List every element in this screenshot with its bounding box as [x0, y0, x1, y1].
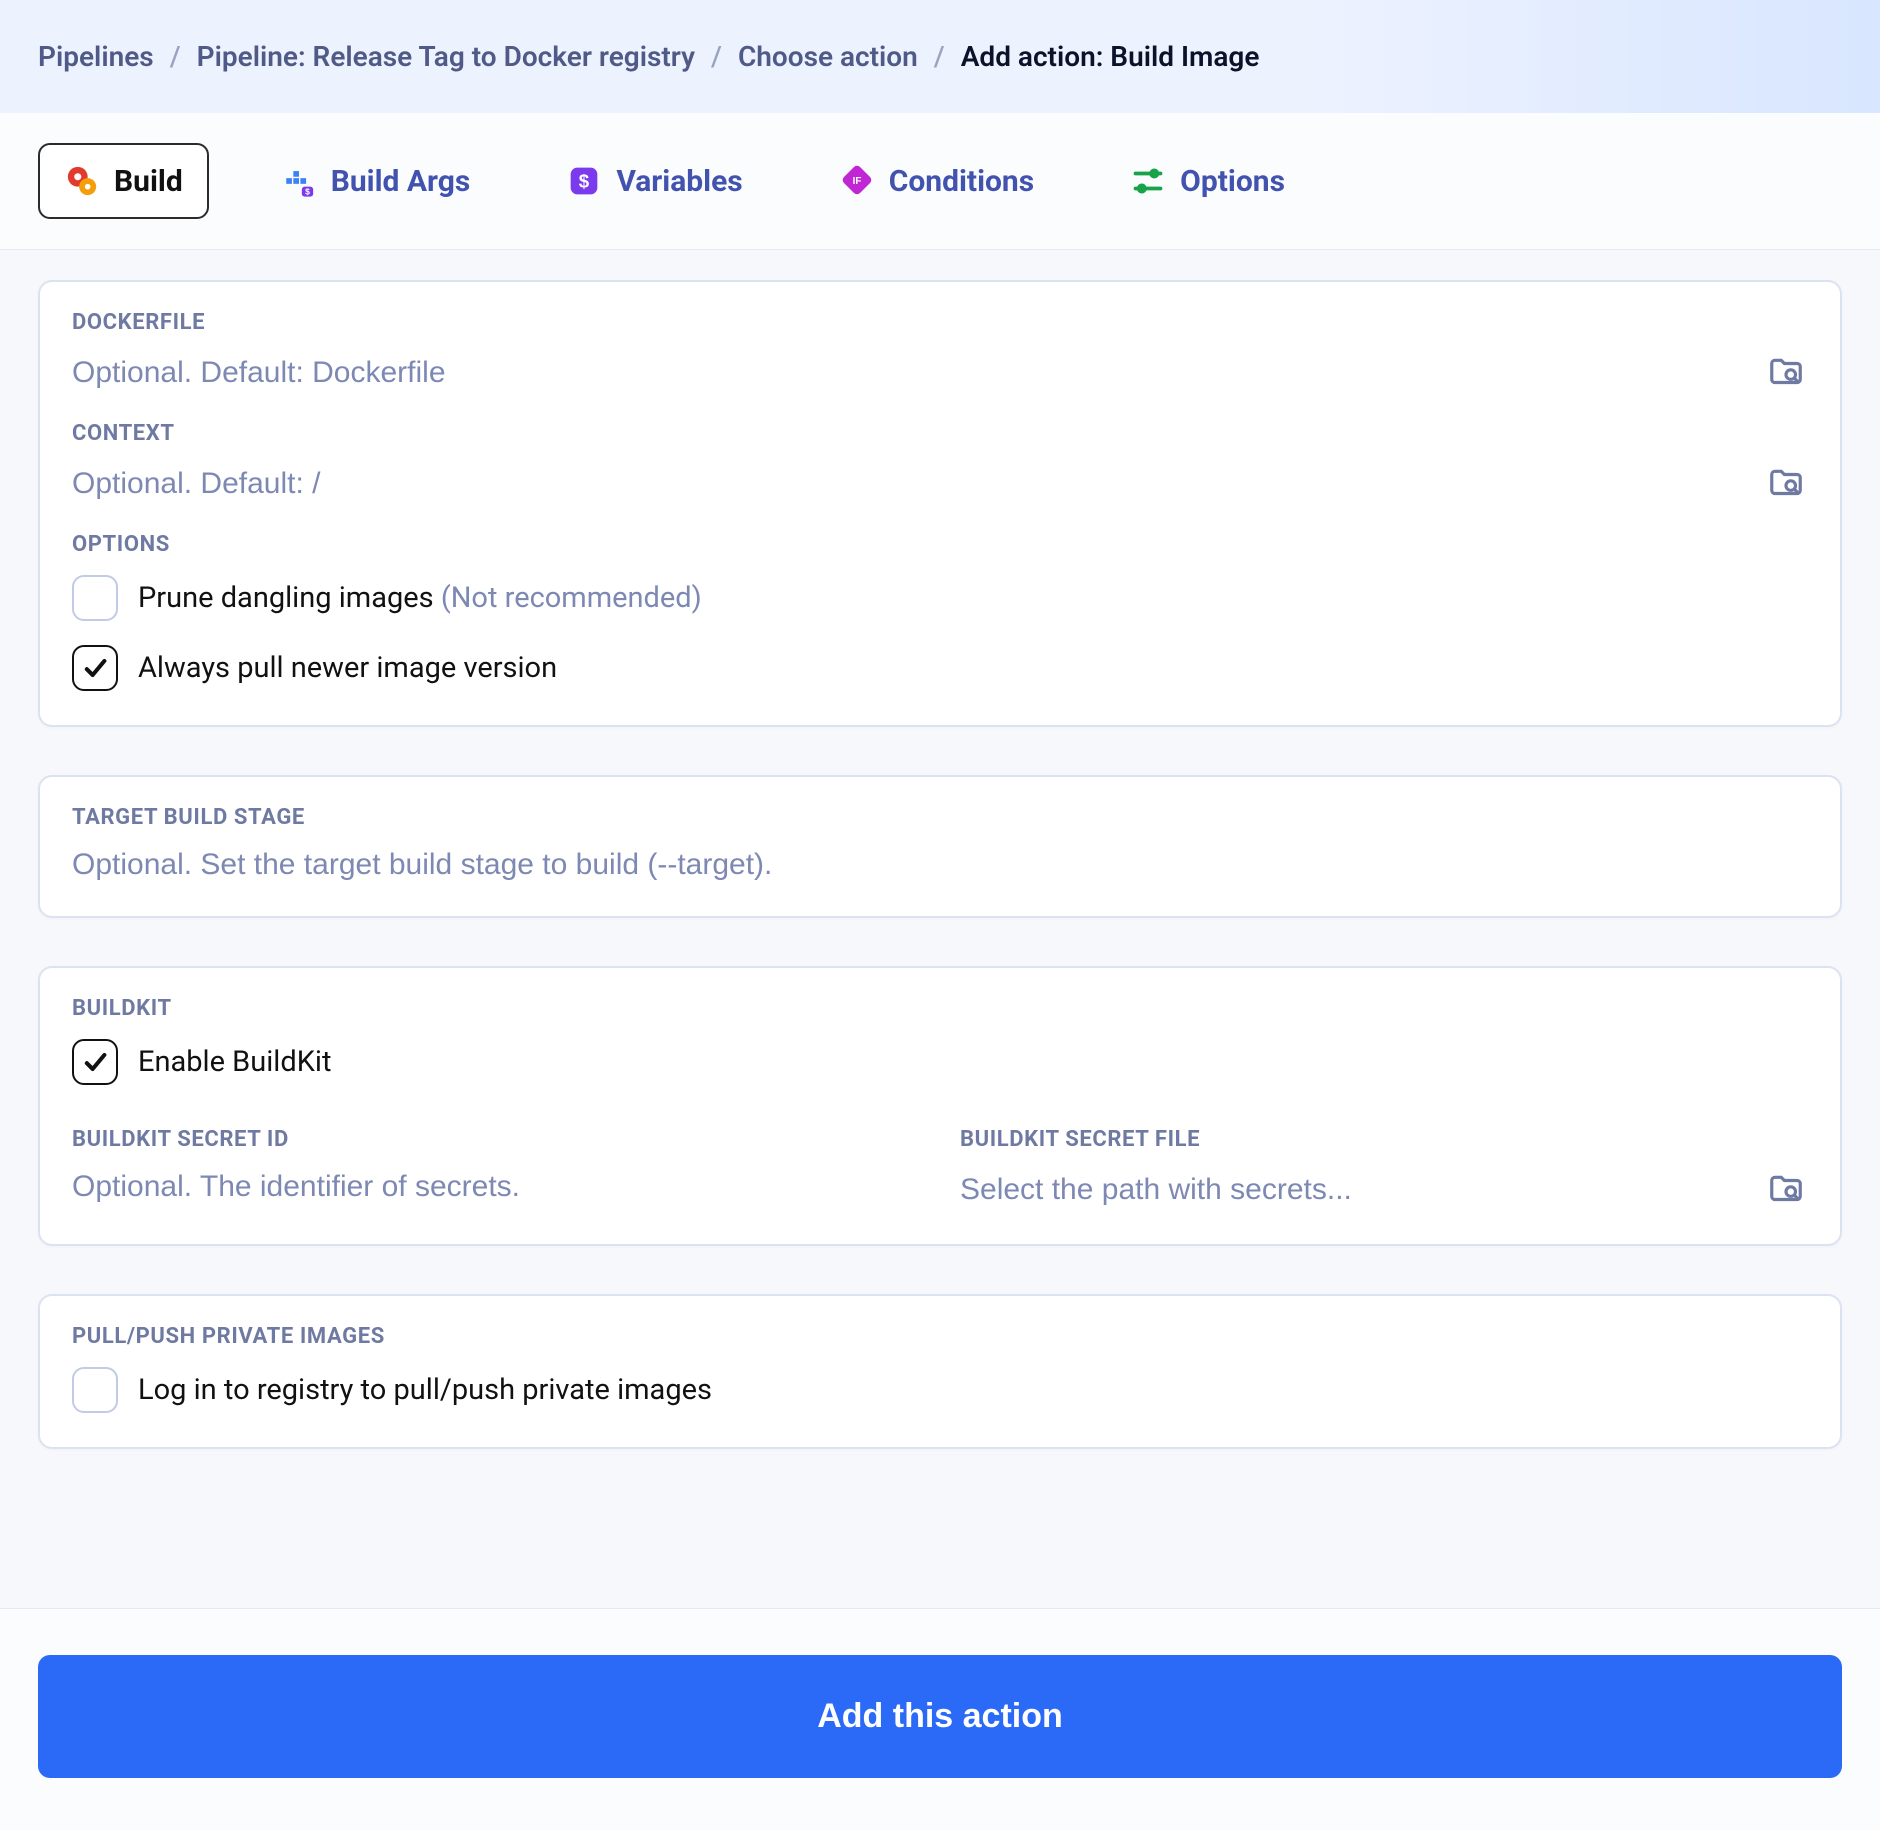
- buildkit-enable-text: Enable BuildKit: [138, 1045, 331, 1079]
- folder-search-icon[interactable]: [1764, 464, 1808, 504]
- option-prune-row: Prune dangling images (Not recommended): [72, 575, 1808, 621]
- private-login-row: Log in to registry to pull/push private …: [72, 1367, 1808, 1413]
- buildkit-secret-id-input[interactable]: [72, 1170, 920, 1204]
- tab-label: Conditions: [889, 164, 1034, 199]
- dockerfile-input[interactable]: [72, 356, 1746, 390]
- card-private-images: PULL/PUSH PRIVATE IMAGES Log in to regis…: [38, 1294, 1842, 1449]
- card-buildkit: BUILDKIT Enable BuildKit BUILDKIT SECRET…: [38, 966, 1842, 1246]
- dollar-tile-icon: $: [566, 163, 602, 199]
- label-buildkit-secret-file: BUILDKIT SECRET FILE: [960, 1127, 1808, 1152]
- buildkit-secret-file-input[interactable]: [960, 1173, 1746, 1207]
- tab-label: Variables: [616, 164, 742, 199]
- folder-search-icon[interactable]: [1764, 1170, 1808, 1210]
- tab-build-args[interactable]: $ Build Args: [257, 145, 495, 217]
- buildkit-enable-row: Enable BuildKit: [72, 1039, 1808, 1085]
- tab-build[interactable]: Build: [38, 143, 209, 219]
- label-buildkit-secret-id: BUILDKIT SECRET ID: [72, 1127, 920, 1152]
- sliders-icon: [1130, 163, 1166, 199]
- breadcrumb-current: Add action: Build Image: [961, 40, 1260, 73]
- label-context: CONTEXT: [72, 421, 1808, 446]
- tabs: Build $ Build Args $ Variables IF Condit…: [0, 113, 1880, 250]
- diamond-if-icon: IF: [839, 163, 875, 199]
- private-login-text: Log in to registry to pull/push private …: [138, 1373, 712, 1407]
- label-private-images: PULL/PUSH PRIVATE IMAGES: [72, 1324, 1808, 1349]
- option-pull-text: Always pull newer image version: [138, 651, 557, 685]
- card-target-stage: TARGET BUILD STAGE: [38, 775, 1842, 918]
- label-target-stage: TARGET BUILD STAGE: [72, 805, 1808, 830]
- svg-text:$: $: [579, 171, 590, 192]
- breadcrumb-separator: /: [170, 40, 181, 73]
- svg-text:IF: IF: [852, 176, 861, 187]
- breadcrumb-separator: /: [934, 40, 945, 73]
- label-buildkit: BUILDKIT: [72, 996, 1808, 1021]
- tab-label: Build Args: [331, 164, 471, 199]
- option-pull-row: Always pull newer image version: [72, 645, 1808, 691]
- option-prune-text: Prune dangling images (Not recommended): [138, 581, 702, 615]
- breadcrumb-pipelines[interactable]: Pipelines: [38, 40, 154, 73]
- svg-text:$: $: [305, 186, 310, 196]
- tab-conditions[interactable]: IF Conditions: [815, 145, 1058, 217]
- form-content: DOCKERFILE CONTEXT OPTIONS Prune danglin…: [0, 250, 1880, 1449]
- checkbox-pull-newer[interactable]: [72, 645, 118, 691]
- breadcrumb-choose-action[interactable]: Choose action: [738, 40, 918, 73]
- context-input[interactable]: [72, 467, 1746, 501]
- gear-orange-icon: [64, 163, 100, 199]
- tab-label: Build: [114, 164, 183, 199]
- tab-variables[interactable]: $ Variables: [542, 145, 766, 217]
- footer: Add this action: [0, 1608, 1880, 1830]
- tab-options[interactable]: Options: [1106, 145, 1309, 217]
- tab-label: Options: [1180, 164, 1285, 199]
- add-action-button[interactable]: Add this action: [38, 1655, 1842, 1778]
- checkbox-enable-buildkit[interactable]: [72, 1039, 118, 1085]
- folder-search-icon[interactable]: [1764, 353, 1808, 393]
- checkbox-prune[interactable]: [72, 575, 118, 621]
- breadcrumb-separator: /: [711, 40, 722, 73]
- docker-icon: $: [281, 163, 317, 199]
- target-stage-input[interactable]: [72, 848, 1808, 882]
- breadcrumb-pipeline-name[interactable]: Pipeline: Release Tag to Docker registry: [197, 40, 695, 73]
- card-docker-settings: DOCKERFILE CONTEXT OPTIONS Prune danglin…: [38, 280, 1842, 727]
- label-dockerfile: DOCKERFILE: [72, 310, 1808, 335]
- label-options: OPTIONS: [72, 532, 1808, 557]
- breadcrumb: Pipelines / Pipeline: Release Tag to Doc…: [0, 0, 1880, 113]
- checkbox-login-registry[interactable]: [72, 1367, 118, 1413]
